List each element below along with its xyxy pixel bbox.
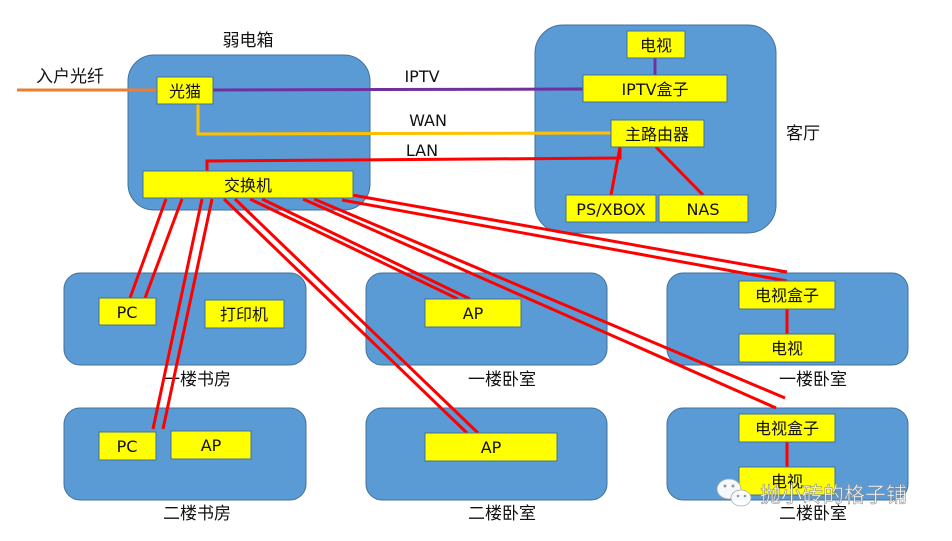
wan-label: WAN <box>409 111 447 130</box>
tv-box[interactable]: 电视盒子 <box>738 413 836 443</box>
device-label: AP <box>481 438 502 457</box>
pc[interactable]: PC <box>98 297 157 326</box>
room-label: 二楼卧室 <box>779 504 847 524</box>
access-point[interactable]: AP <box>424 298 522 328</box>
device-label: 主路由器 <box>625 125 689 144</box>
device-label: PS/XBOX <box>576 200 645 219</box>
network-diagram: 弱电箱 客厅 一楼书房 一楼卧室 一楼卧室 二楼书房 二楼卧室 二楼卧室 入户光… <box>17 24 909 524</box>
game-console[interactable]: PS/XBOX <box>565 194 657 223</box>
tv[interactable]: 电视 <box>738 333 836 363</box>
living-room-label: 客厅 <box>786 124 820 144</box>
device-label: 打印机 <box>220 305 268 324</box>
device-label: 电视盒子 <box>755 419 819 438</box>
printer[interactable]: 打印机 <box>204 299 285 329</box>
nas[interactable]: NAS <box>658 194 749 223</box>
iptv-box[interactable]: IPTV盒子 <box>582 74 728 103</box>
device-label: PC <box>117 437 138 456</box>
device-label: PC <box>117 303 138 322</box>
cabinet-label: 弱电箱 <box>223 31 274 51</box>
watermark: 抛小砖的格子铺 <box>760 483 907 507</box>
room-label: 二楼书房 <box>163 504 231 524</box>
device-label: 电视 <box>771 339 803 358</box>
access-point[interactable]: AP <box>424 432 558 462</box>
living-tv[interactable]: 电视 <box>626 30 686 59</box>
iptv-label: IPTV <box>404 67 439 86</box>
device-label: IPTV盒子 <box>621 80 688 99</box>
room-label: 一楼卧室 <box>779 370 847 390</box>
device-label: AP <box>463 304 484 323</box>
tv-box[interactable]: 电视盒子 <box>738 280 836 310</box>
pc[interactable]: PC <box>98 431 157 461</box>
device-label: NAS <box>686 200 719 219</box>
switch[interactable]: 交换机 <box>142 170 354 199</box>
iptv-line <box>212 87 584 92</box>
main-router[interactable]: 主路由器 <box>610 119 705 148</box>
device-label: 电视 <box>640 36 672 55</box>
switch-label: 交换机 <box>224 176 272 195</box>
lan-label: LAN <box>406 141 438 160</box>
modem[interactable]: 光猫 <box>156 76 214 105</box>
modem-label: 光猫 <box>169 82 201 101</box>
access-point[interactable]: AP <box>170 430 252 460</box>
room-label: 一楼卧室 <box>468 370 536 390</box>
room-label: 二楼卧室 <box>468 504 536 524</box>
device-label: 电视盒子 <box>755 286 819 305</box>
fiber-label: 入户光纤 <box>36 67 104 87</box>
device-label: AP <box>201 436 222 455</box>
